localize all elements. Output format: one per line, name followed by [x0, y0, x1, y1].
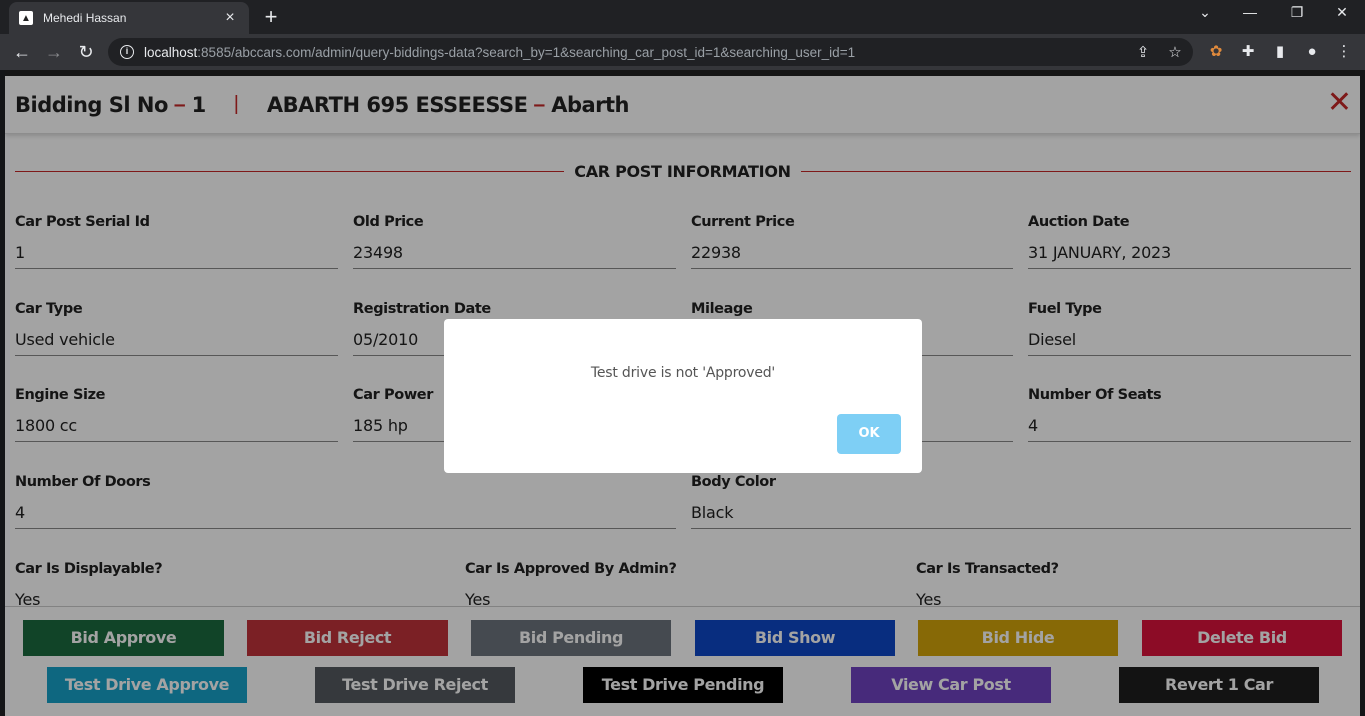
browser-toolbar: ← → ↻ i localhost:8585/abccars.com/admin… — [0, 34, 1365, 70]
back-icon[interactable]: ← — [10, 40, 34, 64]
tab-search-icon[interactable]: ⌄ — [1195, 4, 1215, 21]
new-tab-icon[interactable]: + — [260, 6, 282, 28]
browser-tab[interactable]: ▲ Mehedi Hassan × — [9, 2, 249, 34]
restore-icon[interactable]: ❐ — [1287, 4, 1307, 21]
browser-menu-icon[interactable]: ⋮ — [1334, 42, 1354, 62]
bookmark-star-icon[interactable]: ☆ — [1166, 43, 1184, 61]
forward-icon[interactable]: → — [42, 40, 66, 64]
ok-button[interactable]: OK — [837, 414, 901, 454]
alert-message: Test drive is not 'Approved' — [590, 365, 776, 381]
reload-icon[interactable]: ↻ — [74, 40, 98, 64]
cookie-extension-icon[interactable]: ✿ — [1206, 42, 1226, 62]
share-icon[interactable]: ⇪ — [1134, 43, 1152, 61]
browser-tabbar: ▲ Mehedi Hassan × + ⌄ — ❐ ✕ — [0, 0, 1365, 34]
alert-dialog: Test drive is not 'Approved' OK — [444, 319, 922, 473]
tab-title: Mehedi Hassan — [43, 11, 127, 25]
profile-avatar-icon[interactable]: ● — [1302, 42, 1322, 62]
extensions-puzzle-icon[interactable]: ✚ — [1238, 42, 1258, 62]
minimize-icon[interactable]: — — [1240, 4, 1260, 20]
address-bar[interactable]: i localhost:8585/abccars.com/admin/query… — [108, 38, 1193, 66]
window-close-icon[interactable]: ✕ — [1332, 4, 1352, 21]
tab-close-icon[interactable]: × — [221, 10, 239, 26]
url-text: localhost:8585/abccars.com/admin/query-b… — [144, 44, 856, 60]
site-favicon-icon: ▲ — [19, 11, 33, 25]
side-panel-icon[interactable]: ▮ — [1270, 42, 1290, 62]
site-info-icon[interactable]: i — [120, 45, 134, 59]
